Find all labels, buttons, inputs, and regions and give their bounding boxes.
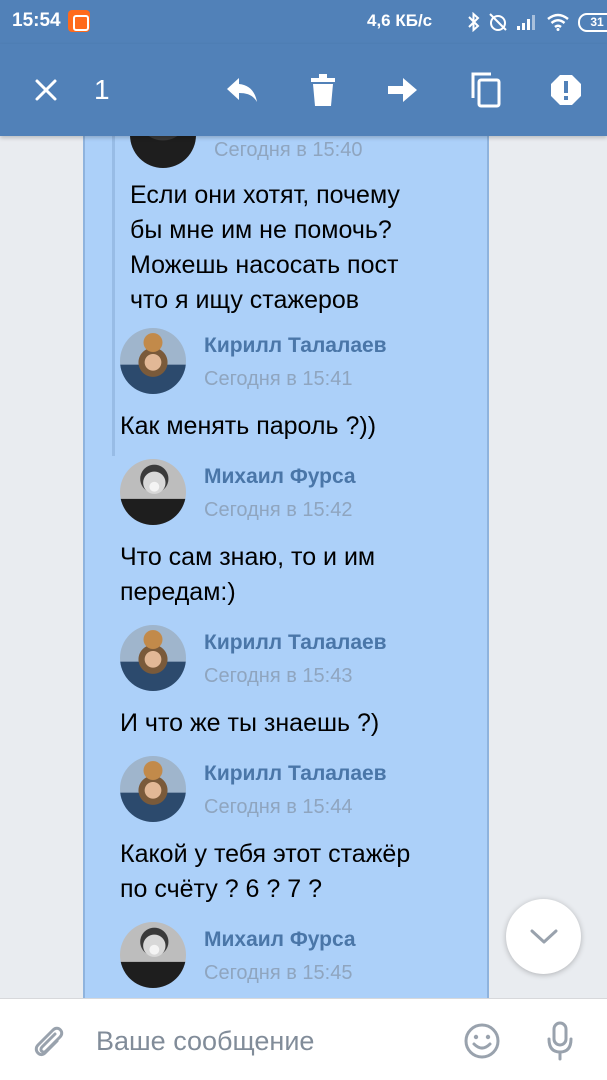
avatar[interactable] <box>120 625 186 691</box>
avatar[interactable] <box>120 459 186 525</box>
notification-app-icon <box>68 10 90 32</box>
message-line: Что сам знаю, то и им <box>120 543 376 571</box>
message-text: И что же ты знаешь ?) <box>120 706 379 741</box>
message-line: Можешь насосать пост <box>130 251 399 279</box>
reply-button[interactable] <box>224 72 260 108</box>
battery-level: 31 <box>590 14 604 29</box>
voice-message-button[interactable] <box>540 1021 580 1061</box>
forward-button[interactable] <box>385 72 421 108</box>
close-selection-button[interactable] <box>28 72 64 108</box>
message-input[interactable] <box>96 1023 436 1059</box>
scroll-down-button[interactable] <box>506 899 581 974</box>
message-text: Какой у тебя этот стажёр по счёту ? 6 ? … <box>120 837 410 907</box>
message-date: Сегодня в 15:41 <box>204 368 353 390</box>
message-line: что я ищу стажеров <box>130 286 360 314</box>
battery-icon: 31 <box>578 12 607 32</box>
selected-count: 1 <box>94 74 110 105</box>
message-line: Какой у тебя этот стажёр <box>120 840 411 868</box>
message-author[interactable]: Кирилл Талалаев <box>204 631 387 655</box>
attach-button[interactable] <box>28 1021 68 1061</box>
message-line: бы мне им не помочь? <box>130 216 392 244</box>
smile-icon <box>464 1023 500 1059</box>
message-line: И что же ты знаешь ?) <box>120 709 380 737</box>
status-icons: 31 <box>468 9 607 35</box>
wifi-icon <box>547 13 569 31</box>
alarm-off-icon <box>489 13 507 31</box>
forward-quote-line <box>112 136 115 456</box>
message-text: Что сам знаю, то и им передам:) <box>120 540 375 610</box>
message-text: Как менять пароль ?)) <box>120 409 376 444</box>
emoji-button[interactable] <box>462 1021 502 1061</box>
message-author[interactable]: Кирилл Талалаев <box>204 334 387 358</box>
selection-toolbar: 1 <box>0 44 607 136</box>
message-line: Как менять пароль ?)) <box>120 412 377 440</box>
status-bar: 15:54 4,6 КБ/с 31 <box>0 0 607 44</box>
message-composer <box>0 998 607 1080</box>
trash-icon <box>311 74 335 106</box>
close-icon <box>35 79 57 101</box>
message-date: Сегодня в 15:42 <box>204 499 353 521</box>
report-button[interactable] <box>548 72 584 108</box>
signal-icon <box>517 15 535 30</box>
delete-button[interactable] <box>305 72 341 108</box>
message-line: по счёту ? 6 ? 7 ? <box>120 875 323 903</box>
message-author[interactable]: Кирилл Талалаев <box>204 762 387 786</box>
message-date: Сегодня в 15:45 <box>204 962 353 984</box>
message-date: Сегодня в 15:44 <box>204 796 353 818</box>
status-time: 15:54 <box>12 10 61 31</box>
message-date: Сегодня в 15:43 <box>204 665 353 687</box>
report-icon <box>551 75 581 105</box>
message-feed[interactable]: Сегодня в 15:40 Если они хотят, почему б… <box>0 136 607 998</box>
avatar[interactable] <box>120 328 186 394</box>
network-speed: 4,6 КБ/с <box>367 11 433 30</box>
avatar[interactable] <box>120 922 186 988</box>
microphone-icon <box>547 1021 573 1061</box>
forward-icon <box>388 78 417 102</box>
message-date: Сегодня в 15:40 <box>214 139 363 161</box>
chevron-down-icon <box>530 929 557 943</box>
reply-icon <box>227 78 257 102</box>
message-text: Если они хотят, почему бы мне им не помо… <box>130 178 400 318</box>
message-author[interactable]: Михаил Фурса <box>204 465 356 489</box>
avatar[interactable] <box>120 756 186 822</box>
message-line: Если они хотят, почему <box>130 181 400 209</box>
copy-button[interactable] <box>467 72 503 108</box>
message-line: передам:) <box>120 578 236 606</box>
paperclip-icon <box>34 1026 64 1057</box>
bluetooth-icon <box>468 12 480 32</box>
message-author[interactable]: Михаил Фурса <box>204 928 356 952</box>
copy-icon <box>471 72 501 108</box>
